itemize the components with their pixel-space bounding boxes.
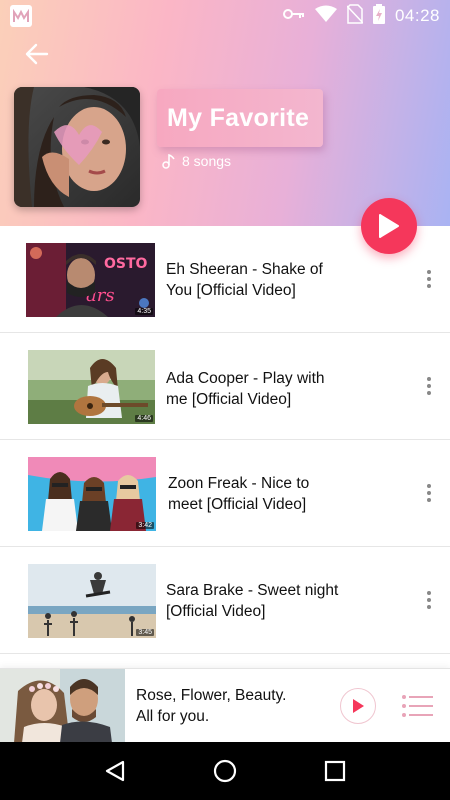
more-options-button[interactable] — [426, 591, 432, 609]
more-options-button[interactable] — [426, 484, 432, 502]
playlist-header: 04:28 My Favorite 8 songs — [0, 0, 450, 226]
queue-list-icon — [402, 695, 433, 717]
arrow-left-icon — [25, 43, 49, 65]
mini-player[interactable]: Rose, Flower, Beauty. All for you. — [0, 668, 450, 743]
queue-button[interactable] — [401, 693, 433, 719]
song-duration: 3:45 — [136, 629, 154, 636]
app-badge-icon — [10, 5, 32, 27]
playlist-title-box: My Favorite — [157, 89, 323, 147]
now-playing-line1: Rose, Flower, Beauty. — [136, 687, 287, 704]
songs-count-label: 8 songs — [182, 153, 232, 169]
song-title: Zoon Freak - Nice to meet [Official Vide… — [168, 475, 310, 513]
system-nav-bar — [0, 742, 450, 800]
nav-back-button[interactable] — [100, 756, 130, 786]
square-recents-icon — [324, 760, 346, 782]
song-title: Eh Sheeran - Shake of You [Official Vide… — [166, 261, 323, 299]
playlist-title: My Favorite — [167, 103, 310, 132]
battery-charging-icon — [372, 3, 385, 29]
triangle-back-icon — [105, 760, 125, 782]
play-icon — [353, 699, 364, 713]
play-all-button[interactable] — [361, 198, 417, 254]
song-row[interactable]: 3:45 Sara Brake - Sweet night [Official … — [0, 547, 450, 654]
music-note-icon — [162, 153, 175, 169]
songs-count: 8 songs — [162, 153, 231, 169]
svg-text:OSTO: OSTO — [104, 256, 148, 272]
song-duration: 4:35 — [135, 308, 153, 315]
song-thumbnail: OSTO ars 4:35 — [26, 243, 155, 317]
more-options-button[interactable] — [426, 270, 432, 288]
song-thumbnail: 3:45 — [28, 564, 156, 638]
nav-recents-button[interactable] — [320, 756, 350, 786]
playlist-cover-image — [14, 87, 140, 207]
mini-play-button[interactable] — [340, 688, 376, 724]
song-duration: 4:46 — [135, 415, 153, 422]
now-playing-thumbnail — [0, 669, 125, 743]
status-bar: 04:28 — [0, 0, 450, 32]
song-row[interactable]: 3:42 Zoon Freak - Nice to meet [Official… — [0, 440, 450, 547]
nav-home-button[interactable] — [210, 756, 240, 786]
now-playing-line2: All for you. — [136, 708, 210, 725]
back-button[interactable] — [22, 40, 52, 68]
song-title: Sara Brake - Sweet night [Official Video… — [166, 582, 339, 620]
song-thumbnail: 3:42 — [28, 457, 156, 531]
wifi-icon — [314, 5, 337, 28]
now-playing-title: Rose, Flower, Beauty. All for you. — [136, 685, 316, 727]
more-options-button[interactable] — [426, 377, 432, 395]
song-duration: 3:42 — [136, 522, 154, 529]
song-row[interactable]: 4:46 Ada Cooper - Play with me [Official… — [0, 333, 450, 440]
circle-home-icon — [213, 759, 237, 783]
no-sim-icon — [346, 3, 364, 29]
song-list: OSTO ars 4:35 Eh Sheeran - Shake of You … — [0, 226, 450, 654]
song-title: Ada Cooper - Play with me [Official Vide… — [166, 370, 325, 408]
status-time: 04:28 — [394, 6, 440, 25]
song-thumbnail: 4:46 — [28, 350, 155, 424]
key-icon — [282, 7, 305, 25]
play-icon — [379, 214, 399, 238]
